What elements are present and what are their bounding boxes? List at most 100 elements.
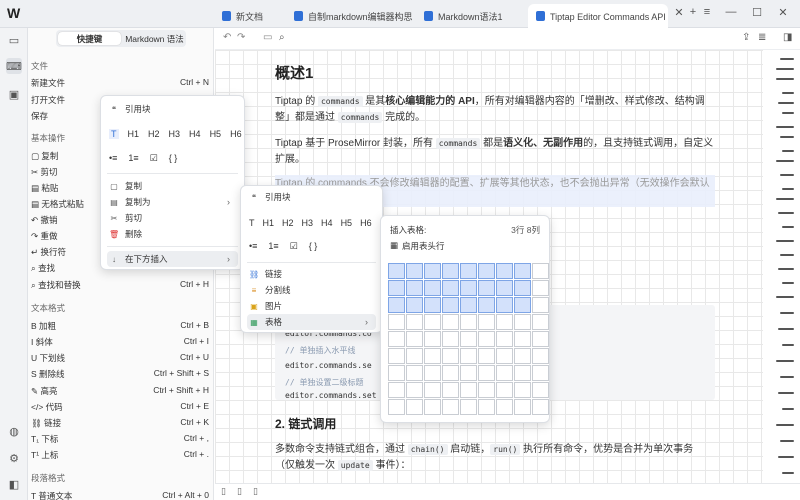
table-grid-cell[interactable] xyxy=(388,263,405,279)
table-grid-cell[interactable] xyxy=(478,280,495,296)
sidebar-toggle-icon[interactable]: ◧ xyxy=(6,476,22,492)
task-list-icon[interactable]: ☑ xyxy=(150,153,158,164)
table-grid-cell[interactable] xyxy=(514,331,531,347)
heading-option[interactable]: H4 xyxy=(189,129,201,139)
menu-item-cut[interactable]: ✂ 剪切 xyxy=(107,210,238,226)
redo-icon[interactable]: ↷ xyxy=(237,32,245,43)
table-grid-cell[interactable] xyxy=(514,314,531,330)
table-grid-cell[interactable] xyxy=(406,348,423,364)
heading-option[interactable]: H2 xyxy=(148,129,160,139)
table-grid-cell[interactable] xyxy=(388,297,405,313)
table-grid-cell[interactable] xyxy=(406,365,423,381)
heading-option[interactable]: H6 xyxy=(360,218,372,228)
table-grid-cell[interactable] xyxy=(442,399,459,415)
table-grid-cell[interactable] xyxy=(388,399,405,415)
search-icon[interactable]: ⌕ xyxy=(279,32,285,43)
table-grid-cell[interactable] xyxy=(532,314,549,330)
file-pdf-icon[interactable]: ▯ xyxy=(237,486,242,497)
outline-minimap[interactable] xyxy=(763,50,800,483)
heading-option[interactable]: T xyxy=(109,129,119,139)
table-grid-cell[interactable] xyxy=(514,263,531,279)
table-grid-cell[interactable] xyxy=(460,382,477,398)
heading-option[interactable]: H2 xyxy=(282,218,294,228)
table-grid-cell[interactable] xyxy=(532,399,549,415)
table-grid-cell[interactable] xyxy=(460,280,477,296)
task-list-icon[interactable]: ☑ xyxy=(290,241,298,252)
heading-option[interactable]: H1 xyxy=(263,218,275,228)
table-grid-cell[interactable] xyxy=(406,382,423,398)
menu-item-copy[interactable]: ▢ 复制 xyxy=(107,178,238,194)
table-grid-cell[interactable] xyxy=(496,331,513,347)
table-grid-cell[interactable] xyxy=(496,280,513,296)
table-grid-cell[interactable] xyxy=(496,348,513,364)
close-tab-icon[interactable]: ✕ xyxy=(672,6,686,19)
heading-option[interactable]: H5 xyxy=(210,129,222,139)
table-grid-cell[interactable] xyxy=(424,263,441,279)
table-grid-cell[interactable] xyxy=(424,314,441,330)
ordered-list-icon[interactable]: 1≡ xyxy=(128,153,138,164)
code-block-icon[interactable]: { } xyxy=(309,241,318,252)
table-grid-cell[interactable] xyxy=(424,331,441,347)
table-size-grid[interactable] xyxy=(388,263,549,415)
shortcut-row[interactable]: ✎ 高亮 Ctrl + Shift + H xyxy=(31,385,209,397)
list-icon[interactable]: ≣ xyxy=(758,32,766,43)
menu-item-table[interactable]: ▦ 表格 › xyxy=(247,314,376,330)
tab-1[interactable]: 自制markdown编辑器构思 xyxy=(286,4,414,28)
shortcut-row[interactable]: 新建文件 Ctrl + N xyxy=(31,77,209,89)
table-grid-cell[interactable] xyxy=(442,280,459,296)
table-grid-cell[interactable] xyxy=(460,314,477,330)
menu-item-insert-below[interactable]: ↓ 在下方插入 › xyxy=(107,251,238,267)
table-grid-cell[interactable] xyxy=(442,263,459,279)
table-grid-cell[interactable] xyxy=(424,365,441,381)
table-grid-cell[interactable] xyxy=(514,280,531,296)
table-grid-cell[interactable] xyxy=(460,263,477,279)
table-grid-cell[interactable] xyxy=(406,399,423,415)
menu-item-link[interactable]: ⛓ 链接 xyxy=(247,266,376,282)
table-grid-cell[interactable] xyxy=(388,280,405,296)
terminal-icon[interactable]: ▣ xyxy=(6,86,22,102)
table-grid-cell[interactable] xyxy=(424,399,441,415)
code-block-icon[interactable]: { } xyxy=(169,153,178,164)
new-tab-button[interactable]: + xyxy=(686,6,700,18)
table-grid-cell[interactable] xyxy=(514,348,531,364)
table-grid-cell[interactable] xyxy=(424,382,441,398)
folder-icon[interactable]: ▭ xyxy=(6,32,22,48)
heading-option[interactable]: H5 xyxy=(341,218,353,228)
tab-0[interactable]: 新文档 xyxy=(214,4,284,28)
table-grid-cell[interactable] xyxy=(496,382,513,398)
table-grid-cell[interactable] xyxy=(478,314,495,330)
file-export-icon[interactable]: ▯ xyxy=(253,486,258,497)
table-grid-cell[interactable] xyxy=(442,382,459,398)
table-grid-cell[interactable] xyxy=(532,280,549,296)
table-grid-cell[interactable] xyxy=(478,365,495,381)
ordered-list-icon[interactable]: 1≡ xyxy=(268,241,278,252)
table-grid-cell[interactable] xyxy=(424,297,441,313)
table-grid-cell[interactable] xyxy=(514,399,531,415)
table-grid-cell[interactable] xyxy=(514,365,531,381)
shortcut-row[interactable]: S 删除线 Ctrl + Shift + S xyxy=(31,368,209,380)
menu-item-divider[interactable]: ≡ 分割线 xyxy=(247,282,376,298)
table-grid-cell[interactable] xyxy=(514,297,531,313)
table-grid-cell[interactable] xyxy=(388,314,405,330)
header-row-toggle[interactable]: ▦ 启用表头行 xyxy=(390,240,445,252)
table-grid-cell[interactable] xyxy=(478,382,495,398)
shortcut-row[interactable]: I 斜体 Ctrl + I xyxy=(31,336,209,348)
shortcut-row[interactable]: ⛓ 链接 Ctrl + K xyxy=(31,417,209,429)
table-grid-cell[interactable] xyxy=(460,297,477,313)
table-grid-cell[interactable] xyxy=(460,365,477,381)
heading-option[interactable]: H3 xyxy=(302,218,314,228)
table-grid-cell[interactable] xyxy=(442,365,459,381)
table-grid-cell[interactable] xyxy=(424,348,441,364)
table-grid-cell[interactable] xyxy=(514,382,531,398)
table-grid-cell[interactable] xyxy=(460,399,477,415)
file-icon[interactable]: ▯ xyxy=(221,486,226,497)
table-grid-cell[interactable] xyxy=(496,365,513,381)
table-grid-cell[interactable] xyxy=(424,280,441,296)
tab-list-button[interactable]: ≡ xyxy=(700,6,714,18)
undo-icon[interactable]: ↶ xyxy=(223,32,231,43)
menu-item-quote[interactable]: ❝ 引用块 xyxy=(107,101,238,117)
shortcut-row[interactable]: B 加粗 Ctrl + B xyxy=(31,320,209,332)
table-grid-cell[interactable] xyxy=(532,297,549,313)
table-grid-cell[interactable] xyxy=(532,348,549,364)
heading-option[interactable]: T xyxy=(249,218,255,228)
